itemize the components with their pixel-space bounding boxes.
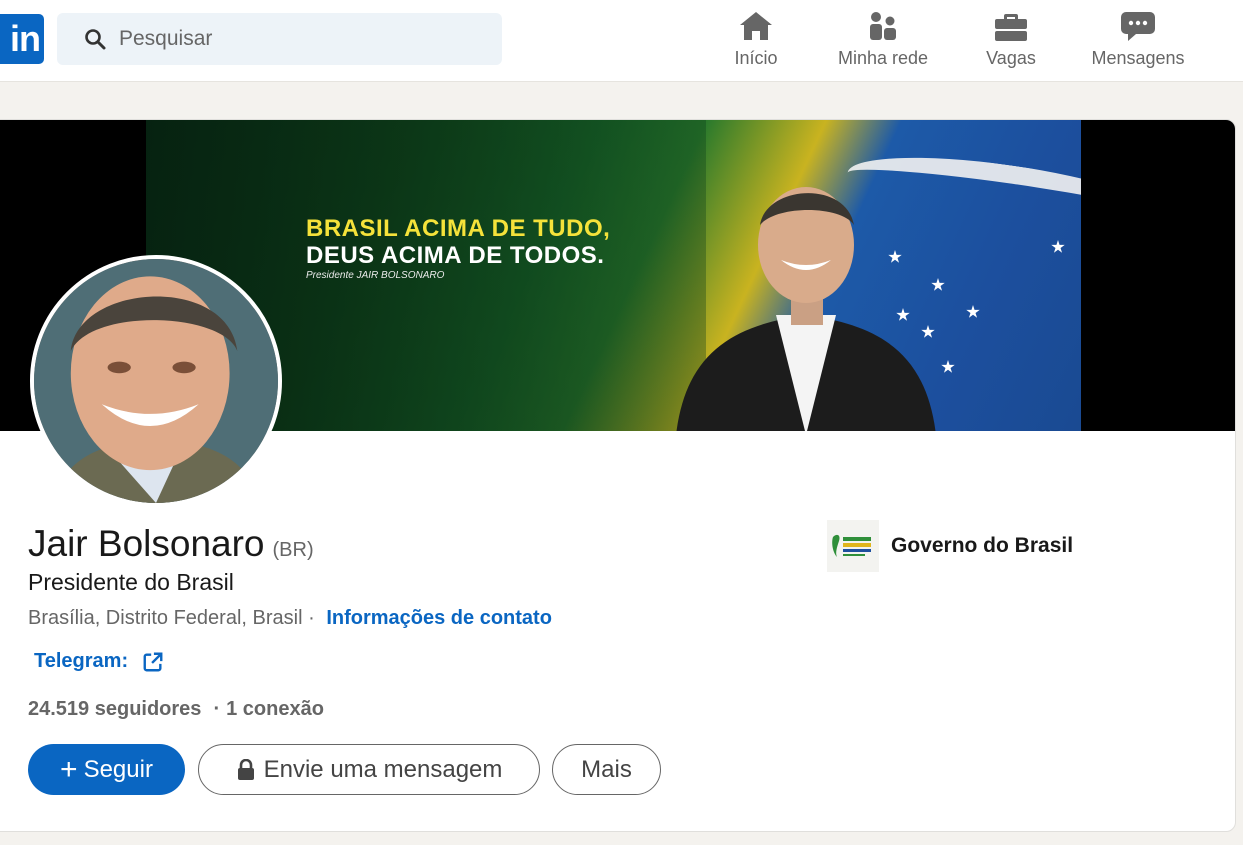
follow-button[interactable]: + Seguir [28, 744, 185, 795]
location-separator: · [308, 607, 315, 629]
messaging-icon [1121, 12, 1155, 41]
banner-portrait [676, 187, 936, 431]
search-icon [85, 29, 106, 50]
profile-country-tag: (BR) [272, 539, 314, 561]
slogan-line-1: BRASIL ACIMA DE TUDO, [306, 215, 611, 242]
stats-separator: · [213, 698, 221, 720]
nav-item-jobs[interactable]: Vagas [975, 6, 1047, 76]
avatar-portrait [34, 259, 278, 503]
current-company[interactable]: Governo do Brasil [827, 520, 1073, 572]
nav-item-label: Início [734, 48, 778, 68]
plus-icon: + [60, 752, 78, 786]
top-navigation-bar: in Início Minha rede Vagas Mensagens [0, 0, 1243, 82]
search-box[interactable] [57, 13, 502, 65]
follow-label: Seguir [83, 755, 153, 783]
brasil-government-logo-icon [832, 534, 871, 557]
profile-photo[interactable] [30, 255, 282, 507]
home-icon [740, 12, 772, 40]
more-button[interactable]: Mais [552, 744, 661, 795]
contact-info-link[interactable]: Informações de contato [326, 607, 552, 629]
banner-slogan: BRASIL ACIMA DE TUDO, DEUS ACIMA DE TODO… [306, 215, 610, 283]
profile-headline: Presidente do Brasil [28, 569, 234, 595]
search-input[interactable] [119, 27, 479, 51]
linkedin-logo[interactable]: in [0, 14, 44, 64]
website-label: Telegram: [34, 650, 129, 672]
nav-item-label: Minha rede [837, 48, 929, 68]
slogan-line-2: DEUS ACIMA DE TODOS. [306, 242, 605, 269]
nav-item-messaging[interactable]: Mensagens [1081, 6, 1195, 76]
profile-name-row: Jair Bolsonaro (BR) [28, 523, 314, 565]
nav-item-network[interactable]: Minha rede [826, 6, 940, 76]
flag-star [966, 305, 980, 318]
company-name: Governo do Brasil [891, 534, 1074, 557]
profile-location: Brasília, Distrito Federal, Brasil [28, 607, 303, 629]
external-link-icon [143, 652, 163, 671]
nav-item-label: Vagas [986, 48, 1036, 68]
company-logo [827, 520, 879, 572]
flag-star [1051, 240, 1065, 253]
network-icon [870, 12, 896, 40]
connections-count[interactable]: 1 conexão [226, 698, 324, 720]
lock-icon [237, 758, 254, 780]
profile-card: BRASIL ACIMA DE TUDO, DEUS ACIMA DE TODO… [0, 119, 1236, 832]
briefcase-icon [995, 14, 1027, 41]
website-link[interactable]: Telegram: [34, 650, 164, 673]
nav-item-label: Mensagens [1091, 48, 1185, 68]
banner-image: BRASIL ACIMA DE TUDO, DEUS ACIMA DE TODO… [146, 120, 1081, 431]
profile-location-row: Brasília, Distrito Federal, Brasil · Inf… [28, 607, 552, 630]
followers-count[interactable]: 24.519 seguidores [28, 698, 201, 720]
profile-stats: 24.519 seguidores · 1 conexão [28, 698, 324, 721]
nav-item-home[interactable]: Início [724, 6, 788, 76]
message-label: Envie uma mensagem [263, 755, 503, 783]
message-button[interactable]: Envie uma mensagem [198, 744, 540, 795]
profile-name: Jair Bolsonaro [28, 523, 265, 564]
more-label: Mais [581, 755, 632, 783]
slogan-signature: Presidente JAIR BOLSONARO [306, 270, 445, 281]
